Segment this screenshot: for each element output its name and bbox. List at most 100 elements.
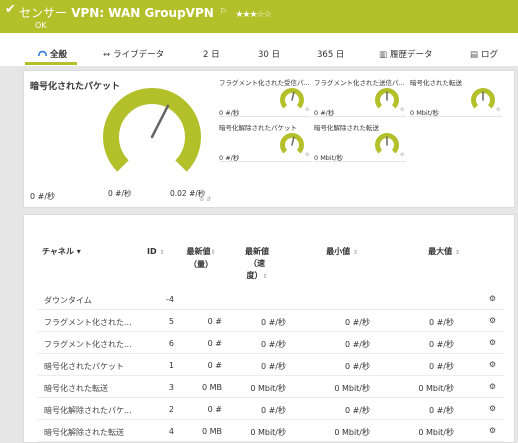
row-settings-icon[interactable]: ⚙: [489, 316, 496, 325]
gauge-settings-icon[interactable]: ⚙ ⇵: [199, 196, 211, 203]
tab-bar: 全般 ↭ ライブデータ 2 日 30 日 365 日 ▥ 履歴データ ▤ ログ: [0, 33, 518, 66]
col-header-channel[interactable]: チャネル ▾: [42, 246, 81, 258]
gauge-needle: [291, 136, 295, 146]
mini-gauge-title: 暗号化解除されたパケット: [219, 124, 297, 132]
mini-gauge-value: 0 #/秒: [314, 109, 335, 117]
cell-min: 0 #/秒: [344, 362, 370, 371]
row-settings-icon[interactable]: ⚙: [489, 426, 496, 435]
cell-channel[interactable]: 暗号化解除されたパケ...: [44, 405, 142, 416]
mini-gauge[interactable]: 暗号化解除されたパケット 0 #/秒 ⚙: [219, 122, 311, 162]
tab-365-days[interactable]: 365 日: [317, 48, 344, 60]
cell-last-volume: 0 #: [207, 339, 222, 348]
bar-chart-icon: ▥: [379, 50, 388, 60]
table-row[interactable]: 暗号化されたパケット 1 0 # 0 #/秒 0 #/秒 0 #/秒 ⚙: [38, 354, 504, 376]
cell-last-speed: 0 #/秒: [260, 318, 286, 327]
sensor-title: センサー VPN: WAN GroupVPN ⚐ ★★★☆☆: [19, 4, 272, 21]
active-tab-indicator: [25, 62, 77, 65]
table-row[interactable]: フラグメント化された... 5 0 # 0 #/秒 0 #/秒 0 #/秒 ⚙: [38, 310, 504, 332]
row-settings-icon[interactable]: ⚙: [489, 338, 496, 347]
col-header-label: （速: [249, 259, 265, 268]
gauge-settings-icon[interactable]: ⚙: [305, 152, 309, 158]
flag-icon[interactable]: ⚐: [220, 7, 227, 16]
tab-historic-data[interactable]: ▥ 履歴データ: [379, 48, 433, 60]
row-settings-icon[interactable]: ⚙: [489, 382, 496, 391]
mini-gauge-title: 暗号化された転送: [410, 79, 462, 87]
cell-max: 0 #/秒: [428, 406, 454, 415]
mini-gauge[interactable]: 暗号化された転送 0 Mbit/秒 ⚙: [410, 77, 502, 117]
cell-min: 0 #/秒: [344, 318, 370, 327]
col-header-label: チャネル ▾: [42, 247, 81, 256]
sensor-header: ✔ センサー VPN: WAN GroupVPN ⚐ ★★★☆☆ OK: [0, 0, 518, 33]
gauge-settings-icon[interactable]: ⚙: [400, 152, 404, 158]
mini-gauge-value: 0 Mbit/秒: [410, 109, 439, 117]
main-gauge[interactable]: [100, 85, 204, 185]
cell-min: 0 #/秒: [344, 406, 370, 415]
gauge-arc: [103, 88, 201, 172]
main-gauge-value: 0 #/秒: [108, 189, 132, 198]
mini-gauge-title: フラグメント化された送信パ...: [314, 79, 405, 87]
table-row[interactable]: フラグメント化された... 6 0 # 0 #/秒 0 #/秒 0 #/秒 ⚙: [38, 332, 504, 354]
cell-channel[interactable]: 暗号化された転送: [44, 383, 142, 394]
tab-2-days[interactable]: 2 日: [203, 48, 220, 60]
cell-last-volume: 0 #: [207, 317, 222, 326]
cell-channel[interactable]: フラグメント化された...: [44, 317, 142, 328]
cell-id: 1: [168, 361, 174, 370]
main-gauge-min: 0 #/秒: [30, 192, 56, 201]
col-header-label: 最新値: [186, 247, 211, 256]
mini-gauge-dial: [375, 133, 399, 154]
col-header-last-speed[interactable]: 最新値 （速 度）⇕: [231, 246, 283, 283]
table-row[interactable]: ダウンタイム -4 ⚙: [38, 288, 504, 310]
mini-gauge-dial: [471, 88, 495, 109]
cell-last-speed: 0 Mbit/秒: [250, 384, 286, 393]
tab-label: 30 日: [258, 50, 281, 60]
table-row[interactable]: 暗号化解除されたパケ... 2 0 # 0 #/秒 0 #/秒 0 #/秒 ⚙: [38, 398, 504, 420]
tab-live-data[interactable]: ↭ ライブデータ: [103, 48, 164, 60]
tab-label: ログ: [481, 50, 499, 60]
cell-channel[interactable]: ダウンタイム: [44, 295, 142, 306]
mini-gauge-dial: [280, 88, 304, 109]
row-settings-icon[interactable]: ⚙: [489, 360, 496, 369]
cell-min: 0 Mbit/秒: [334, 384, 370, 393]
status-ok-check-icon: ✔: [5, 2, 16, 17]
cell-channel[interactable]: 暗号化されたパケット: [44, 361, 142, 372]
cell-id: 4: [168, 427, 174, 436]
status-text: OK: [35, 21, 47, 30]
cell-last-speed: 0 #/秒: [260, 340, 286, 349]
cell-max: 0 #/秒: [428, 340, 454, 349]
row-settings-icon[interactable]: ⚙: [489, 294, 496, 303]
tab-label: 365 日: [317, 50, 345, 60]
col-header-label: 度）: [246, 271, 263, 280]
mini-gauge[interactable]: フラグメント化された送信パ... 0 #/秒 ⚙: [314, 77, 406, 117]
mini-gauge-value: 0 Mbit/秒: [314, 154, 343, 162]
cell-id: 5: [168, 317, 174, 326]
gauge-icon: [38, 50, 47, 57]
table-row[interactable]: 暗号化解除された転送 4 0 MB 0 Mbit/秒 0 Mbit/秒 0 Mb…: [38, 420, 504, 442]
mini-gauge[interactable]: 暗号化解除された転送 0 Mbit/秒 ⚙: [314, 122, 406, 162]
gauge-settings-icon[interactable]: ⚙: [400, 107, 404, 113]
col-header-id[interactable]: ID ⇕: [147, 246, 164, 259]
cell-channel[interactable]: フラグメント化された...: [44, 339, 142, 350]
row-settings-icon[interactable]: ⚙: [489, 404, 496, 413]
tab-log[interactable]: ▤ ログ: [470, 48, 498, 60]
gauge-panel: 暗号化されたパケット 0 #/秒 0 #/秒 0.02 #/秒 ⚙ ⇵ フラグメ…: [23, 70, 515, 208]
cell-id: 6: [168, 339, 174, 348]
cell-channel[interactable]: 暗号化解除された転送: [44, 427, 142, 438]
table-row[interactable]: 暗号化された転送 3 0 MB 0 Mbit/秒 0 Mbit/秒 0 Mbit…: [38, 376, 504, 398]
sort-icon: ⇕: [262, 273, 268, 280]
cell-id: -4: [166, 295, 174, 304]
mini-gauge-value: 0 #/秒: [219, 154, 240, 162]
col-header-min[interactable]: 最小値 ⇕: [312, 246, 372, 259]
mini-gauge[interactable]: フラグメント化された受信パ... 0 #/秒 ⚙: [219, 77, 311, 117]
col-header-last-volume[interactable]: 最新値⇕ （量）: [176, 246, 226, 271]
cell-id: 3: [168, 383, 174, 392]
tab-label: 履歴データ: [390, 50, 433, 60]
gauge-settings-icon[interactable]: ⚙: [496, 107, 500, 113]
col-header-label: 最大値: [428, 247, 453, 256]
cell-max: 0 Mbit/秒: [418, 384, 454, 393]
col-header-max[interactable]: 最大値 ⇕: [414, 246, 474, 259]
tab-overview[interactable]: 全般: [38, 48, 67, 60]
gauge-settings-icon[interactable]: ⚙: [305, 107, 309, 113]
tab-30-days[interactable]: 30 日: [258, 48, 280, 60]
priority-stars[interactable]: ★★★☆☆: [235, 10, 271, 20]
gauge-needle: [150, 104, 170, 139]
